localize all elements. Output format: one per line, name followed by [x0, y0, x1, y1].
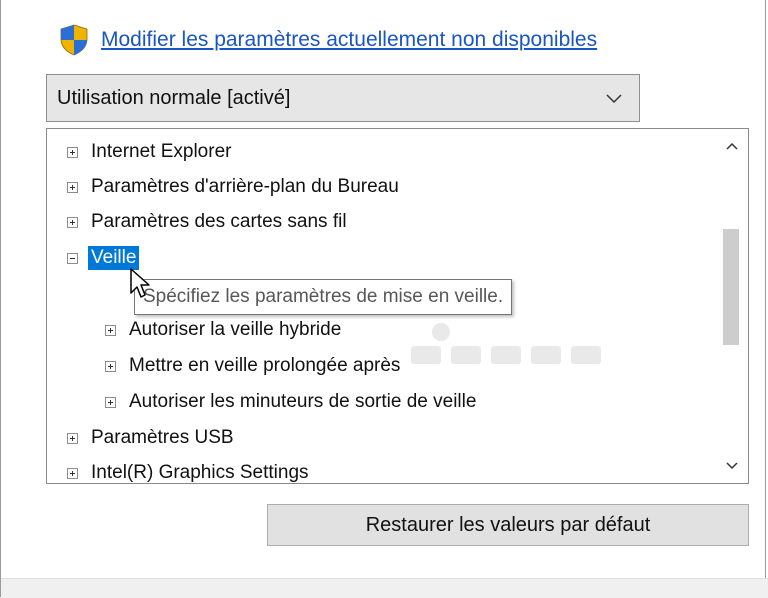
tree-item-label: Autoriser la veille hybride [129, 319, 342, 340]
tree-item-usb-settings[interactable]: Paramètres USB [67, 421, 234, 455]
tree-item-label: Internet Explorer [91, 141, 232, 162]
tree-item-wake-timers[interactable]: Autoriser les minuteurs de sortie de vei… [105, 385, 476, 419]
expand-icon[interactable] [105, 324, 116, 336]
tree-scrollbar[interactable] [715, 129, 748, 483]
tree-item-label: Mettre en veille prolongée après [129, 355, 401, 376]
scroll-up-button[interactable] [715, 129, 748, 163]
tree-item-desktop-background[interactable]: Paramètres d'arrière-plan du Bureau [67, 170, 399, 204]
expand-icon[interactable] [67, 467, 78, 479]
tree-item-wireless-adapter[interactable]: Paramètres des cartes sans fil [67, 205, 347, 239]
expand-icon[interactable] [67, 181, 78, 193]
tree-item-internet-explorer[interactable]: Internet Explorer [67, 135, 231, 169]
tree-item-hibernate-after[interactable]: Mettre en veille prolongée après [105, 349, 400, 383]
tree-item-label: Autoriser les minuteurs de sortie de vei… [129, 391, 477, 412]
tooltip: Spécifiez les paramètres de mise en veil… [134, 279, 513, 315]
tooltip-text: Spécifiez les paramètres de mise en veil… [143, 286, 504, 307]
tree-item-label: Paramètres d'arrière-plan du Bureau [91, 176, 399, 197]
power-plan-selected-value: Utilisation normale [activé] [57, 86, 291, 109]
restore-defaults-button[interactable]: Restaurer les valeurs par défaut [267, 504, 749, 546]
tree-item-hybrid-sleep[interactable]: Autoriser la veille hybride [105, 313, 341, 347]
expand-icon[interactable] [67, 216, 78, 228]
tree-item-label: Paramètres USB [91, 427, 234, 448]
chevron-up-icon [725, 142, 738, 150]
dialog-footer-bar [1, 578, 768, 598]
tree-item-label: Paramètres des cartes sans fil [91, 211, 347, 232]
uac-shield-icon [60, 24, 88, 56]
collapse-icon[interactable] [67, 252, 78, 264]
tree-item-label: Intel(R) Graphics Settings [91, 462, 309, 483]
chevron-down-icon [606, 94, 622, 104]
expand-icon[interactable] [105, 396, 116, 408]
change-settings-link-text[interactable]: Modifier les paramètres actuellement non… [101, 28, 597, 52]
power-plan-dropdown[interactable]: Utilisation normale [activé] [46, 74, 640, 122]
settings-tree[interactable]: Internet Explorer Paramètres d'arrière-p… [46, 128, 749, 484]
expand-icon[interactable] [105, 360, 116, 372]
power-plan-advanced-settings-window: Modifier les paramètres actuellement non… [0, 0, 768, 598]
tree-item-intel-graphics[interactable]: Intel(R) Graphics Settings [67, 456, 309, 483]
scrollbar-thumb[interactable] [723, 229, 739, 345]
mouse-cursor-icon [130, 268, 150, 298]
expand-icon[interactable] [67, 146, 78, 158]
restore-defaults-label: Restaurer les valeurs par défaut [365, 513, 651, 536]
chevron-down-icon [725, 462, 738, 470]
expand-icon[interactable] [67, 432, 78, 444]
scroll-down-button[interactable] [715, 449, 748, 483]
change-unavailable-settings-link[interactable]: Modifier les paramètres actuellement non… [59, 24, 597, 56]
